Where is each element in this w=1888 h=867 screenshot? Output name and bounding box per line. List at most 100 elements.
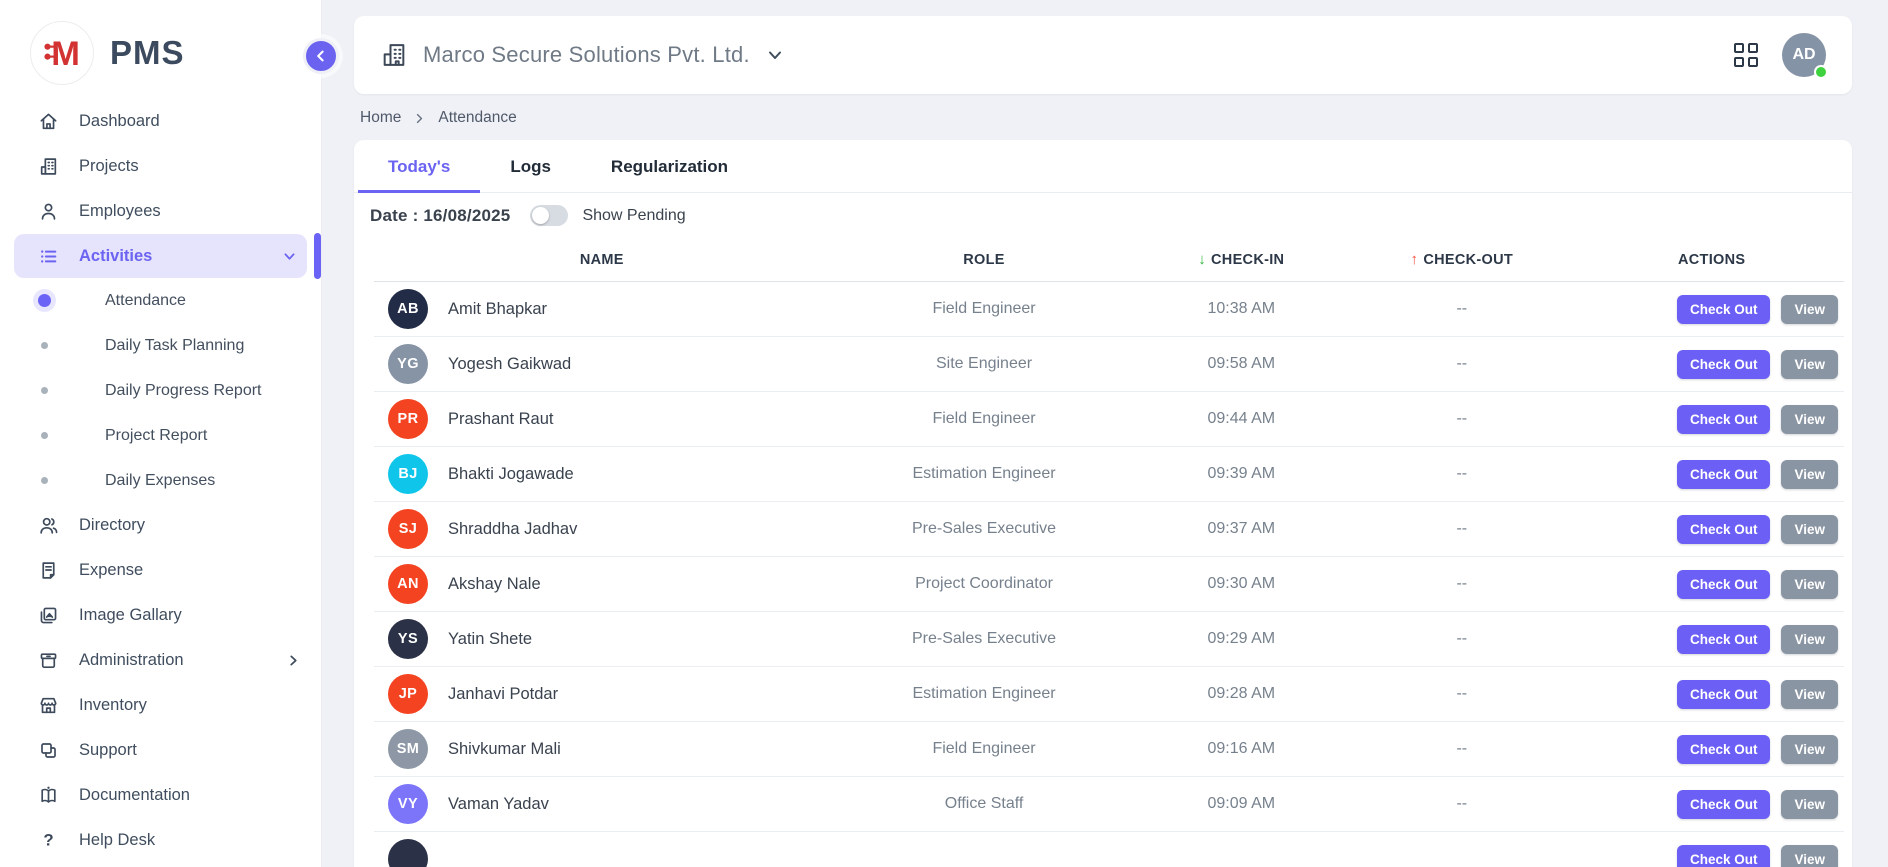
sidebar-collapse-button[interactable] (303, 38, 339, 74)
bullet-icon (41, 432, 48, 439)
check-in-time: 09:39 AM (1138, 447, 1344, 502)
company-selector[interactable]: Marco Secure Solutions Pvt. Ltd. (380, 41, 785, 69)
employee-role (830, 832, 1139, 867)
view-button[interactable]: View (1781, 295, 1838, 324)
chevron-down-icon (282, 249, 297, 264)
check-out-button[interactable]: Check Out (1677, 295, 1771, 324)
employee-role: Estimation Engineer (830, 667, 1139, 722)
check-out-button[interactable]: Check Out (1677, 790, 1771, 819)
chevron-down-icon (765, 45, 785, 65)
app-title: PMS (110, 34, 185, 72)
employee-role: Pre-Sales Executive (830, 612, 1139, 667)
tab-todays[interactable]: Today's (358, 140, 480, 193)
check-out-button[interactable]: Check Out (1677, 515, 1771, 544)
check-out-value: -- (1344, 667, 1579, 722)
sidebar-item-expense[interactable]: Expense (0, 548, 321, 593)
tab-regularization[interactable]: Regularization (581, 140, 758, 193)
building-icon (380, 41, 408, 69)
avatar: SJ (388, 509, 428, 549)
arrow-down-icon: ↓ (1198, 251, 1206, 268)
check-out-button[interactable]: Check Out (1677, 570, 1771, 599)
column-header-check-in[interactable]: ↓CHECK-IN (1138, 236, 1344, 282)
receipt-icon (38, 560, 59, 581)
check-out-button[interactable]: Check Out (1677, 845, 1771, 867)
sidebar-item-documentation[interactable]: Documentation (0, 773, 321, 818)
view-button[interactable]: View (1781, 790, 1838, 819)
employee-role: Office Staff (830, 777, 1139, 832)
main-area: Marco Secure Solutions Pvt. Ltd. AD Home… (322, 0, 1888, 867)
check-in-time: 09:37 AM (1138, 502, 1344, 557)
sidebar-item-employees[interactable]: Employees (0, 189, 321, 234)
table-row: JP Janhavi Potdar Estimation Engineer 09… (374, 667, 1844, 722)
sidebar-subitem-daily-expenses[interactable]: Daily Expenses (0, 458, 321, 503)
bullet-icon (41, 387, 48, 394)
sidebar-subitem-attendance[interactable]: Attendance (0, 278, 321, 323)
check-in-time: 09:16 AM (1138, 722, 1344, 777)
building-icon (38, 156, 59, 177)
breadcrumb-home[interactable]: Home (360, 109, 401, 127)
sidebar-item-directory[interactable]: Directory (0, 503, 321, 548)
check-out-button[interactable]: Check Out (1677, 735, 1771, 764)
check-out-button[interactable]: Check Out (1677, 405, 1771, 434)
attendance-table: NAME ROLE ↓CHECK-IN ↑CHECK-OUT ACTIONS A… (374, 236, 1844, 867)
filter-row: Date : 16/08/2025 Show Pending (354, 193, 1852, 234)
view-button[interactable]: View (1781, 845, 1838, 867)
view-button[interactable]: View (1781, 680, 1838, 709)
view-button[interactable]: View (1781, 350, 1838, 379)
attendance-card: Today's Logs Regularization Date : 16/08… (354, 140, 1852, 867)
employee-name: Prashant Raut (448, 410, 553, 429)
sidebar-item-projects[interactable]: Projects (0, 144, 321, 189)
employee-name: Shivkumar Mali (448, 740, 561, 759)
user-avatar[interactable]: AD (1782, 33, 1826, 77)
employee-name: Vaman Yadav (448, 795, 549, 814)
check-out-button[interactable]: Check Out (1677, 460, 1771, 489)
breadcrumb-attendance[interactable]: Attendance (438, 109, 516, 127)
sidebar-item-help-desk[interactable]: ? Help Desk (0, 818, 321, 863)
table-row: YS Yatin Shete Pre-Sales Executive 09:29… (374, 612, 1844, 667)
column-header-check-out[interactable]: ↑CHECK-OUT (1344, 236, 1579, 282)
sidebar-subitem-daily-progress-report[interactable]: Daily Progress Report (0, 368, 321, 413)
online-status-dot (1814, 65, 1828, 79)
sidebar-subitem-project-report[interactable]: Project Report (0, 413, 321, 458)
column-header-actions: ACTIONS (1579, 236, 1844, 282)
sidebar-item-inventory[interactable]: Inventory (0, 683, 321, 728)
archive-icon (38, 650, 59, 671)
bullet-icon (41, 477, 48, 484)
employee-role: Project Coordinator (830, 557, 1139, 612)
view-button[interactable]: View (1781, 625, 1838, 654)
check-out-button[interactable]: Check Out (1677, 625, 1771, 654)
person-icon (38, 201, 59, 222)
sidebar-item-activities[interactable]: Activities (14, 234, 307, 278)
svg-text:M: M (51, 35, 80, 73)
employee-name: Bhakti Jogawade (448, 465, 574, 484)
sidebar-item-administration[interactable]: Administration (0, 638, 321, 683)
table-header-row: NAME ROLE ↓CHECK-IN ↑CHECK-OUT ACTIONS (374, 236, 1844, 282)
check-out-value (1344, 832, 1579, 867)
avatar: BJ (388, 454, 428, 494)
check-out-value: -- (1344, 447, 1579, 502)
check-out-value: -- (1344, 502, 1579, 557)
bullet-icon (38, 294, 51, 307)
grid-apps-icon[interactable] (1734, 43, 1758, 67)
sidebar-item-image-gallary[interactable]: Image Gallary (0, 593, 321, 638)
table-row: BJ Bhakti Jogawade Estimation Engineer 0… (374, 447, 1844, 502)
check-out-button[interactable]: Check Out (1677, 350, 1771, 379)
check-out-button[interactable]: Check Out (1677, 680, 1771, 709)
breadcrumb: Home Attendance (360, 109, 1852, 127)
sidebar-subitem-daily-task-planning[interactable]: Daily Task Planning (0, 323, 321, 368)
table-row: SM Shivkumar Mali Field Engineer 09:16 A… (374, 722, 1844, 777)
view-button[interactable]: View (1781, 405, 1838, 434)
view-button[interactable]: View (1781, 515, 1838, 544)
avatar: PR (388, 399, 428, 439)
tab-logs[interactable]: Logs (480, 140, 581, 193)
avatar: VY (388, 784, 428, 824)
show-pending-toggle[interactable] (530, 205, 568, 226)
check-in-time: 10:38 AM (1138, 282, 1344, 337)
check-out-value: -- (1344, 282, 1579, 337)
sidebar-item-dashboard[interactable]: Dashboard (0, 99, 321, 144)
view-button[interactable]: View (1781, 570, 1838, 599)
view-button[interactable]: View (1781, 735, 1838, 764)
employee-role: Pre-Sales Executive (830, 502, 1139, 557)
view-button[interactable]: View (1781, 460, 1838, 489)
sidebar-item-support[interactable]: Support (0, 728, 321, 773)
